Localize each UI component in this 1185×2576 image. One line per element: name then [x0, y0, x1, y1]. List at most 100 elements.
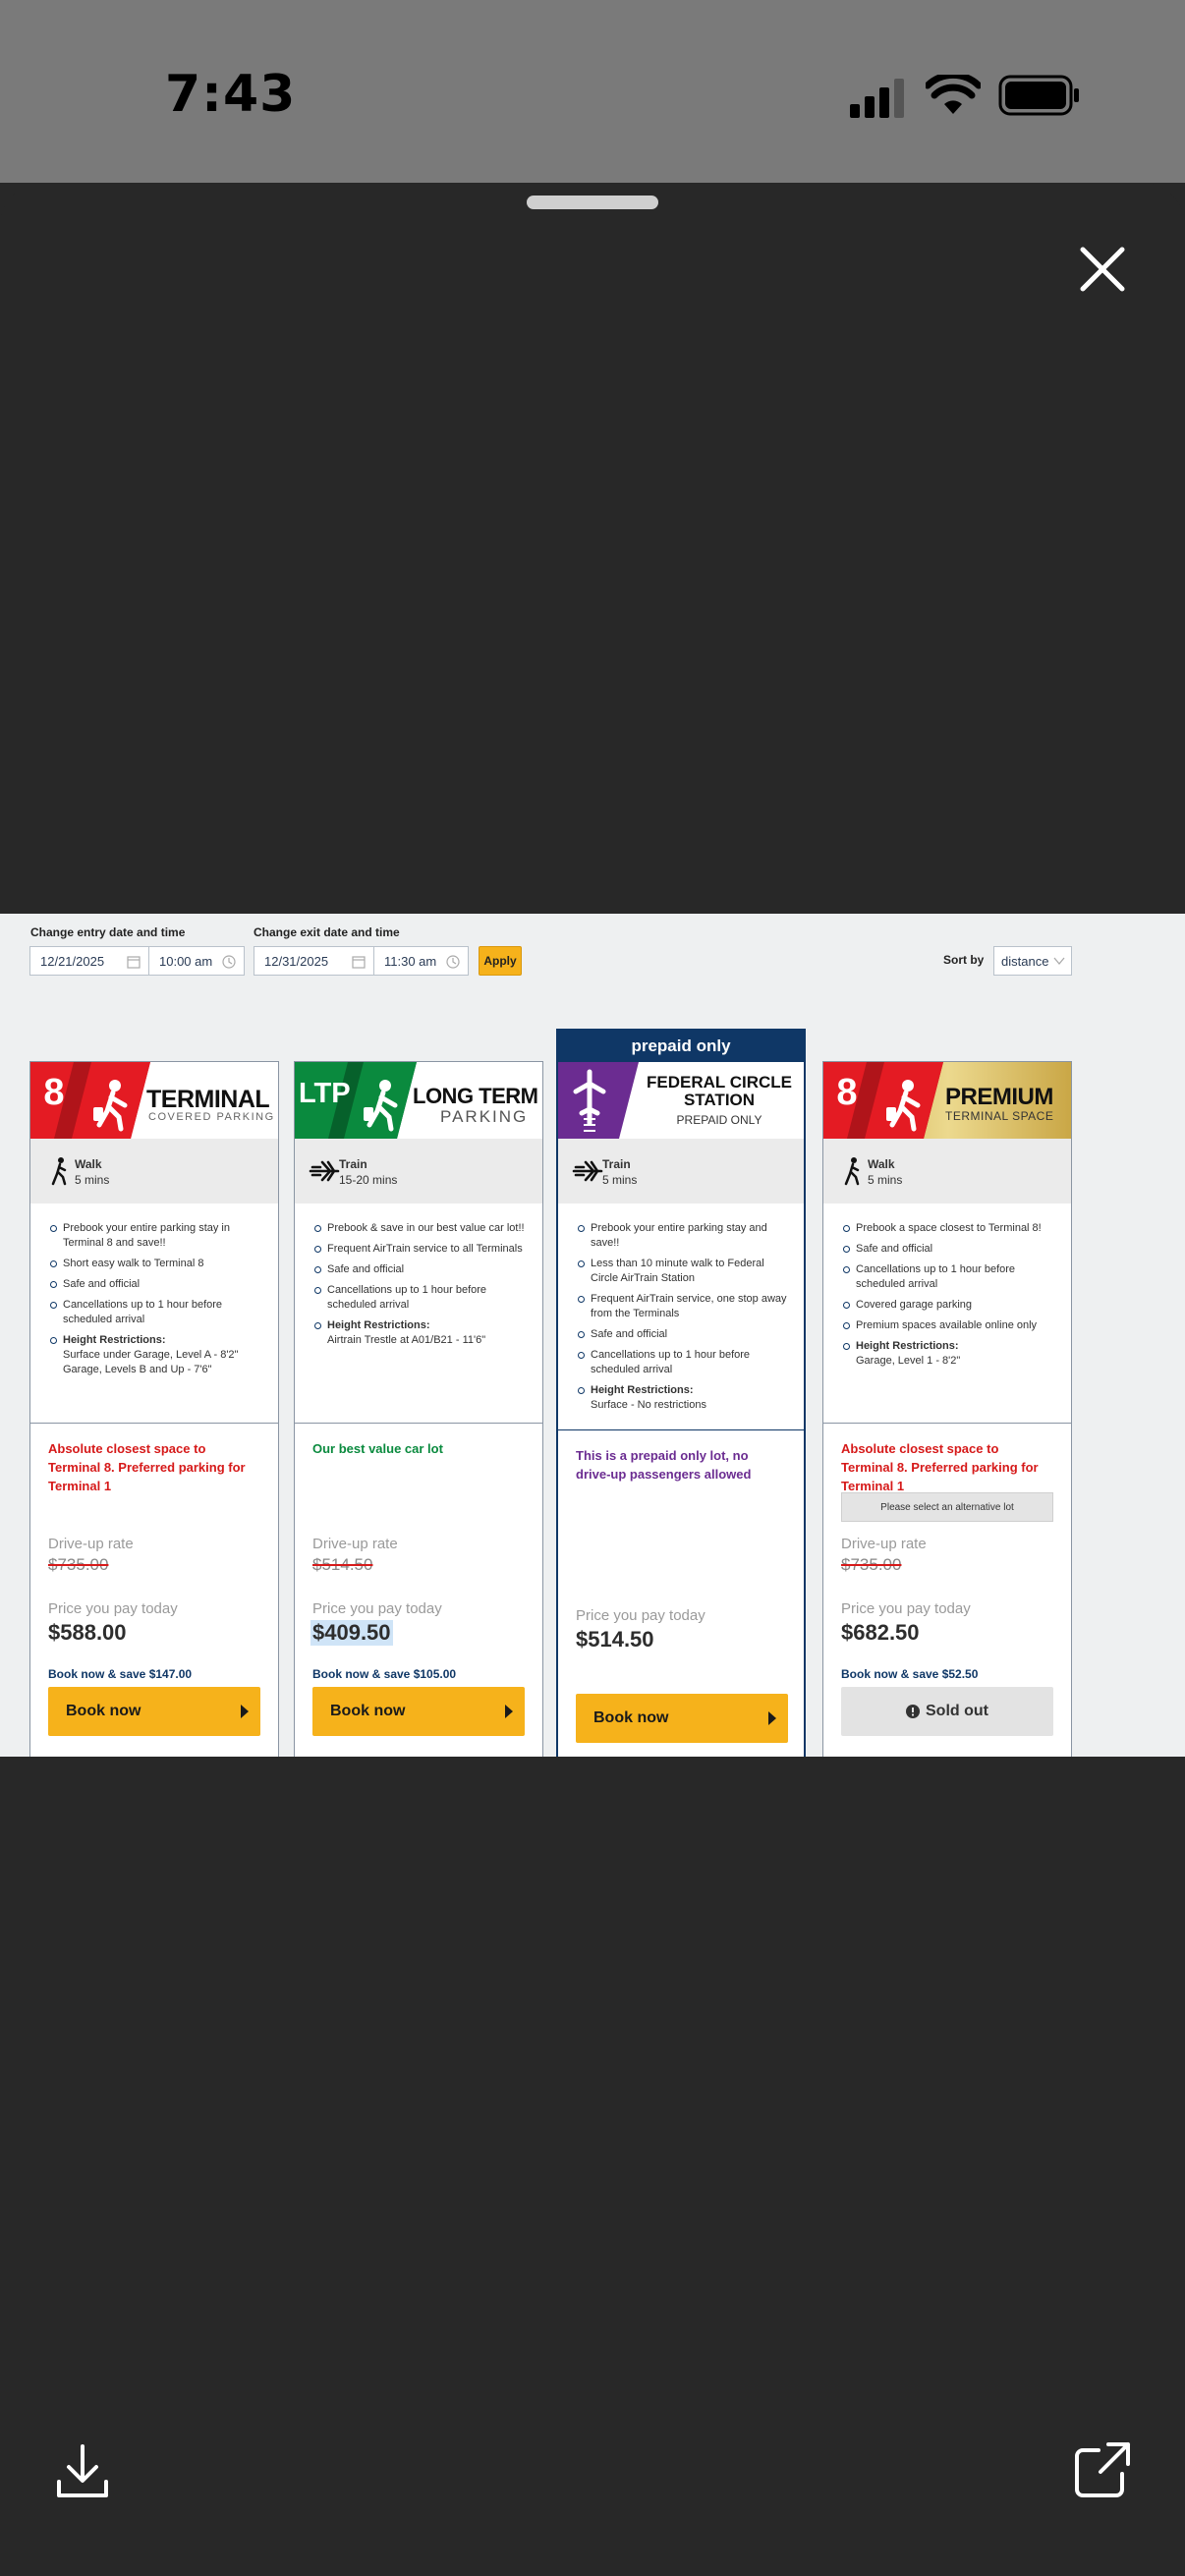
- exit-time-value: 11:30 am: [384, 953, 437, 969]
- transport-time: 15-20 mins: [339, 1173, 398, 1187]
- exit-time-field[interactable]: 11:30 am: [373, 946, 469, 976]
- drive-up-rate: $514.50: [312, 1555, 373, 1574]
- feature-list: Prebook your entire parking stay in Term…: [30, 1204, 278, 1423]
- sort-label: Sort by: [943, 953, 985, 967]
- book-now-button[interactable]: Book now: [48, 1687, 260, 1736]
- lot-subtitle: TERMINAL SPACE: [945, 1109, 1054, 1123]
- close-icon[interactable]: [1077, 244, 1128, 295]
- entry-time-field[interactable]: 10:00 am: [148, 946, 245, 976]
- price-today: $409.50: [310, 1620, 393, 1646]
- list-item-height: Height Restrictions: Airtrain Trestle at …: [314, 1318, 529, 1348]
- list-item: Cancellations up to 1 hour before schedu…: [578, 1348, 790, 1377]
- entry-date-value: 12/21/2025: [40, 953, 105, 969]
- transport-info: Walk 5 mins: [823, 1139, 1071, 1204]
- sheet-grabber[interactable]: [527, 196, 658, 209]
- list-item: Cancellations up to 1 hour before schedu…: [843, 1262, 1057, 1292]
- transport-time: 5 mins: [75, 1173, 110, 1187]
- transport-mode: Train: [339, 1157, 367, 1171]
- list-item: Prebook & save in our best value car lot…: [314, 1221, 529, 1236]
- lot-badge: LTP: [299, 1078, 351, 1109]
- height-value: Garage, Level 1 - 8'2": [856, 1355, 961, 1367]
- entry-date-field[interactable]: 12/21/2025: [29, 946, 149, 976]
- promo-text: Absolute closest space to Terminal 8. Pr…: [48, 1441, 246, 1493]
- height-label: Height Restrictions:: [591, 1384, 694, 1396]
- list-item: Short easy walk to Terminal 8: [50, 1257, 264, 1271]
- transport-mode: Train: [602, 1157, 631, 1171]
- lot-badge: 8: [43, 1072, 65, 1113]
- feature-list: Prebook your entire parking stay and sav…: [558, 1204, 804, 1429]
- book-now-button[interactable]: Book now: [312, 1687, 525, 1736]
- parking-card-premium: 8 PREMIUM TERMINAL SPACE Walk 5 mins Pre…: [822, 1061, 1072, 1757]
- wifi-icon: [926, 75, 981, 114]
- apply-button[interactable]: Apply: [479, 946, 522, 976]
- height-value: Surface - No restrictions: [591, 1399, 706, 1411]
- book-now-button[interactable]: Book now: [576, 1694, 788, 1743]
- clock-icon: [222, 955, 236, 969]
- transport-time: 5 mins: [602, 1173, 638, 1187]
- savings-text: Book now & save $147.00: [48, 1667, 193, 1681]
- transport-mode: Walk: [868, 1157, 895, 1171]
- walk-icon: [51, 1157, 67, 1186]
- list-item: Frequent AirTrain service to all Termina…: [314, 1242, 529, 1257]
- sort-select[interactable]: distance: [993, 946, 1072, 976]
- sold-out-label: Sold out: [926, 1703, 988, 1719]
- price-label: Price you pay today: [48, 1600, 178, 1617]
- exit-label: Change exit date and time: [254, 925, 400, 939]
- drive-up-label: Drive-up rate: [841, 1536, 927, 1552]
- transport-info: Walk 5 mins: [30, 1139, 278, 1204]
- list-item: Cancellations up to 1 hour before schedu…: [314, 1283, 529, 1313]
- parking-page: Change entry date and time 12/21/2025 10…: [0, 914, 1185, 1757]
- calendar-icon: [352, 956, 366, 969]
- status-time: 7:43: [165, 65, 297, 124]
- savings-text: Book now & save $105.00: [312, 1667, 457, 1681]
- list-item: Safe and official: [578, 1327, 790, 1342]
- list-item-height: Height Restrictions: Surface - No restric…: [578, 1383, 790, 1413]
- transport-info: Train 5 mins: [558, 1139, 804, 1204]
- lot-logo: LTP LONG TERM PARKING: [295, 1062, 542, 1139]
- lot-subtitle: PREPAID ONLY: [676, 1113, 762, 1127]
- pricing-section: Absolute closest space to Terminal 8. Pr…: [30, 1424, 278, 1750]
- exit-date-value: 12/31/2025: [264, 953, 329, 969]
- exclamation-circle-icon: [906, 1705, 920, 1718]
- caret-right-icon: [505, 1705, 513, 1718]
- calendar-icon: [127, 956, 141, 969]
- clock-icon: [446, 955, 460, 969]
- height-label: Height Restrictions:: [327, 1319, 430, 1331]
- promo-text: This is a prepaid only lot, no drive-up …: [576, 1448, 752, 1482]
- list-item: Prebook a space closest to Terminal 8!: [843, 1221, 1057, 1236]
- parking-card-terminal: 8 TERMINAL COVERED PARKING Walk 5 mins P…: [29, 1061, 279, 1757]
- transport-time: 5 mins: [868, 1173, 903, 1187]
- transport-mode: Walk: [75, 1157, 102, 1171]
- height-label: Height Restrictions:: [856, 1340, 959, 1352]
- lot-subtitle: PARKING: [440, 1107, 529, 1126]
- drive-up-label: Drive-up rate: [48, 1536, 134, 1552]
- lot-logo: 8 PREMIUM TERMINAL SPACE: [823, 1062, 1071, 1139]
- download-icon[interactable]: [53, 2442, 112, 2501]
- alternative-lot-notice: Please select an alternative lot: [841, 1492, 1053, 1522]
- entry-label: Change entry date and time: [30, 925, 186, 939]
- feature-list: Prebook a space closest to Terminal 8! S…: [823, 1204, 1071, 1423]
- list-item: Safe and official: [843, 1242, 1057, 1257]
- list-item: Covered garage parking: [843, 1298, 1057, 1313]
- book-now-label: Book now: [593, 1709, 669, 1726]
- drive-up-rate: $735.00: [48, 1555, 109, 1574]
- share-icon[interactable]: [1073, 2440, 1132, 2499]
- price-today: $514.50: [576, 1627, 654, 1652]
- lot-logo: FEDERAL CIRCLE STATION PREPAID ONLY: [558, 1062, 804, 1139]
- sort-value: distance: [1001, 954, 1049, 969]
- sold-out-button[interactable]: Sold out: [841, 1687, 1053, 1736]
- lot-badge: 8: [836, 1072, 858, 1113]
- exit-date-field[interactable]: 12/31/2025: [254, 946, 374, 976]
- list-item-height: Height Restrictions: Garage, Level 1 - 8'…: [843, 1339, 1057, 1369]
- cellular-signal-icon: [850, 79, 904, 118]
- pricing-section: Absolute closest space to Terminal 8. Pr…: [823, 1424, 1071, 1750]
- lot-title: FEDERAL CIRCLE STATION: [647, 1073, 792, 1109]
- list-item: Frequent AirTrain service, one stop away…: [578, 1292, 790, 1321]
- list-item: Less than 10 minute walk to Federal Circ…: [578, 1257, 790, 1286]
- walk-icon: [844, 1157, 860, 1186]
- drive-up-label: Drive-up rate: [312, 1536, 398, 1552]
- list-item: Safe and official: [50, 1277, 264, 1292]
- lot-subtitle: COVERED PARKING: [148, 1111, 275, 1123]
- plane-icon: [309, 1160, 340, 1182]
- book-now-label: Book now: [66, 1703, 141, 1719]
